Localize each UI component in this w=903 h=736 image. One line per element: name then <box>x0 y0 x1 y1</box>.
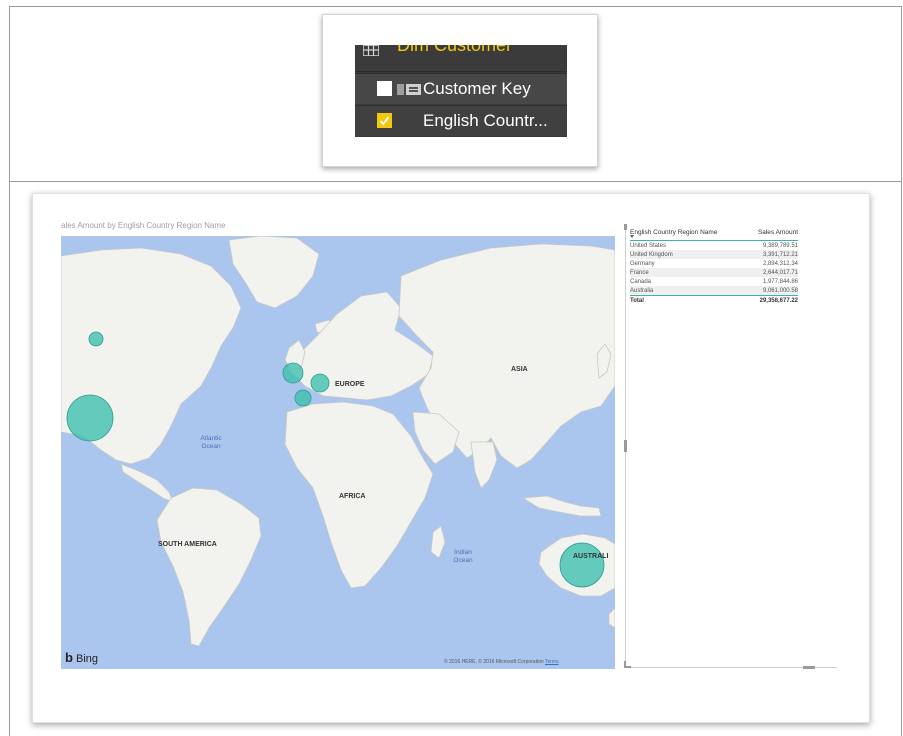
label-asia: ASIA <box>511 366 528 373</box>
table-header-row: English Country Region Name Sales Amount <box>630 227 798 241</box>
cell-amount: 9,061,000.58 <box>742 286 798 296</box>
world-map-svg[interactable]: EUROPE ASIA AFRICA SOUTH AMERICA AUSTRAL… <box>61 236 615 669</box>
cell-total-amount: 29,358,677.22 <box>742 295 798 306</box>
field-row-customer-key[interactable]: Customer Key <box>355 73 567 104</box>
cell-total-label: Total <box>630 295 742 306</box>
table-row[interactable]: United Kingdom 3,391,712.21 <box>630 250 798 259</box>
english-country-label: English Countr... <box>423 111 548 130</box>
customer-key-label: Customer Key <box>423 79 531 98</box>
cell-country: United Kingdom <box>630 250 742 259</box>
resize-handle-left[interactable] <box>624 440 627 452</box>
bing-logo: b Bing <box>65 650 98 665</box>
bubble-france <box>294 389 312 407</box>
report-canvas: ales Amount by English Country Region Na… <box>32 193 870 723</box>
bubble-united-kingdom <box>282 362 304 384</box>
fields-pane: Dim Customer Customer Key English Countr… <box>355 45 567 137</box>
terms-link[interactable]: Terms <box>545 659 559 665</box>
label-atlantic-1: Atlantic <box>200 435 222 442</box>
cell-amount: 9,389,789.51 <box>762 242 798 249</box>
bing-b-icon: b <box>65 650 73 665</box>
map-visual[interactable]: EUROPE ASIA AFRICA SOUTH AMERICA AUSTRAL… <box>61 236 615 669</box>
fields-table-name: Dim Customer <box>397 45 513 55</box>
label-indian-1: Indian <box>454 549 472 556</box>
table-row[interactable]: France 2,644,017.71 <box>630 268 798 277</box>
table-row[interactable]: Germany 2,894,312.34 <box>630 259 798 268</box>
resize-handle-bottom[interactable] <box>803 666 815 669</box>
bubble-australia <box>559 542 605 588</box>
english-country-checkbox[interactable] <box>377 113 392 128</box>
label-south-america: SOUTH AMERICA <box>158 541 217 548</box>
resize-handle-corner[interactable] <box>624 661 631 668</box>
customer-key-checkbox[interactable] <box>377 81 392 96</box>
bubble-united-states <box>66 394 114 442</box>
cell-amount: 2,644,017.71 <box>742 268 798 277</box>
label-africa: AFRICA <box>339 493 365 500</box>
column-header-sales[interactable]: Sales Amount <box>742 227 798 241</box>
label-indian-2: Ocean <box>453 557 473 564</box>
cell-country: United States <box>630 242 667 249</box>
cell-amount: 3,391,712.21 <box>742 250 798 259</box>
sales-table: English Country Region Name Sales Amount… <box>630 227 798 306</box>
fields-table-header[interactable]: Dim Customer <box>355 45 567 72</box>
table-visual[interactable]: English Country Region Name Sales Amount… <box>624 222 851 672</box>
table-row[interactable]: United States 9,389,789.51 <box>630 241 798 251</box>
bubble-germany <box>310 373 330 393</box>
table-row[interactable]: Australia 9,061,000.58 <box>630 286 798 296</box>
table-row[interactable]: Canada 1,977,844.86 <box>630 277 798 286</box>
cell-amount: 2,894,312.34 <box>762 260 798 267</box>
label-europe: EUROPE <box>335 381 365 388</box>
label-atlantic-2: Ocean <box>201 443 221 450</box>
cell-amount: 1,977,844.86 <box>762 278 798 285</box>
bing-label: Bing <box>76 653 99 665</box>
key-column-icon <box>397 84 421 95</box>
cell-country: Australia <box>630 286 742 296</box>
attribution-text: © 2016 HERE, © 2016 Microsoft Corporatio… <box>444 659 544 665</box>
table-icon <box>363 45 379 56</box>
resize-handle-top[interactable] <box>624 224 627 230</box>
column-header-country[interactable]: English Country Region Name <box>630 227 742 241</box>
map-attribution: © 2016 HERE, © 2016 Microsoft Corporatio… <box>444 659 559 665</box>
bubble-canada <box>88 331 104 347</box>
table-total-row: Total 29,358,677.22 <box>630 295 798 306</box>
map-visual-title: ales Amount by English Country Region Na… <box>61 221 226 230</box>
cell-country: France <box>630 268 742 277</box>
fields-pane-card: Dim Customer Customer Key English Countr… <box>322 14 598 167</box>
cell-country: Canada <box>630 278 652 285</box>
label-australia: AUSTRALI <box>573 553 608 560</box>
cell-country: Germany <box>630 260 655 267</box>
checkmark-icon <box>379 116 390 126</box>
field-row-english-country[interactable]: English Countr... <box>355 105 567 136</box>
